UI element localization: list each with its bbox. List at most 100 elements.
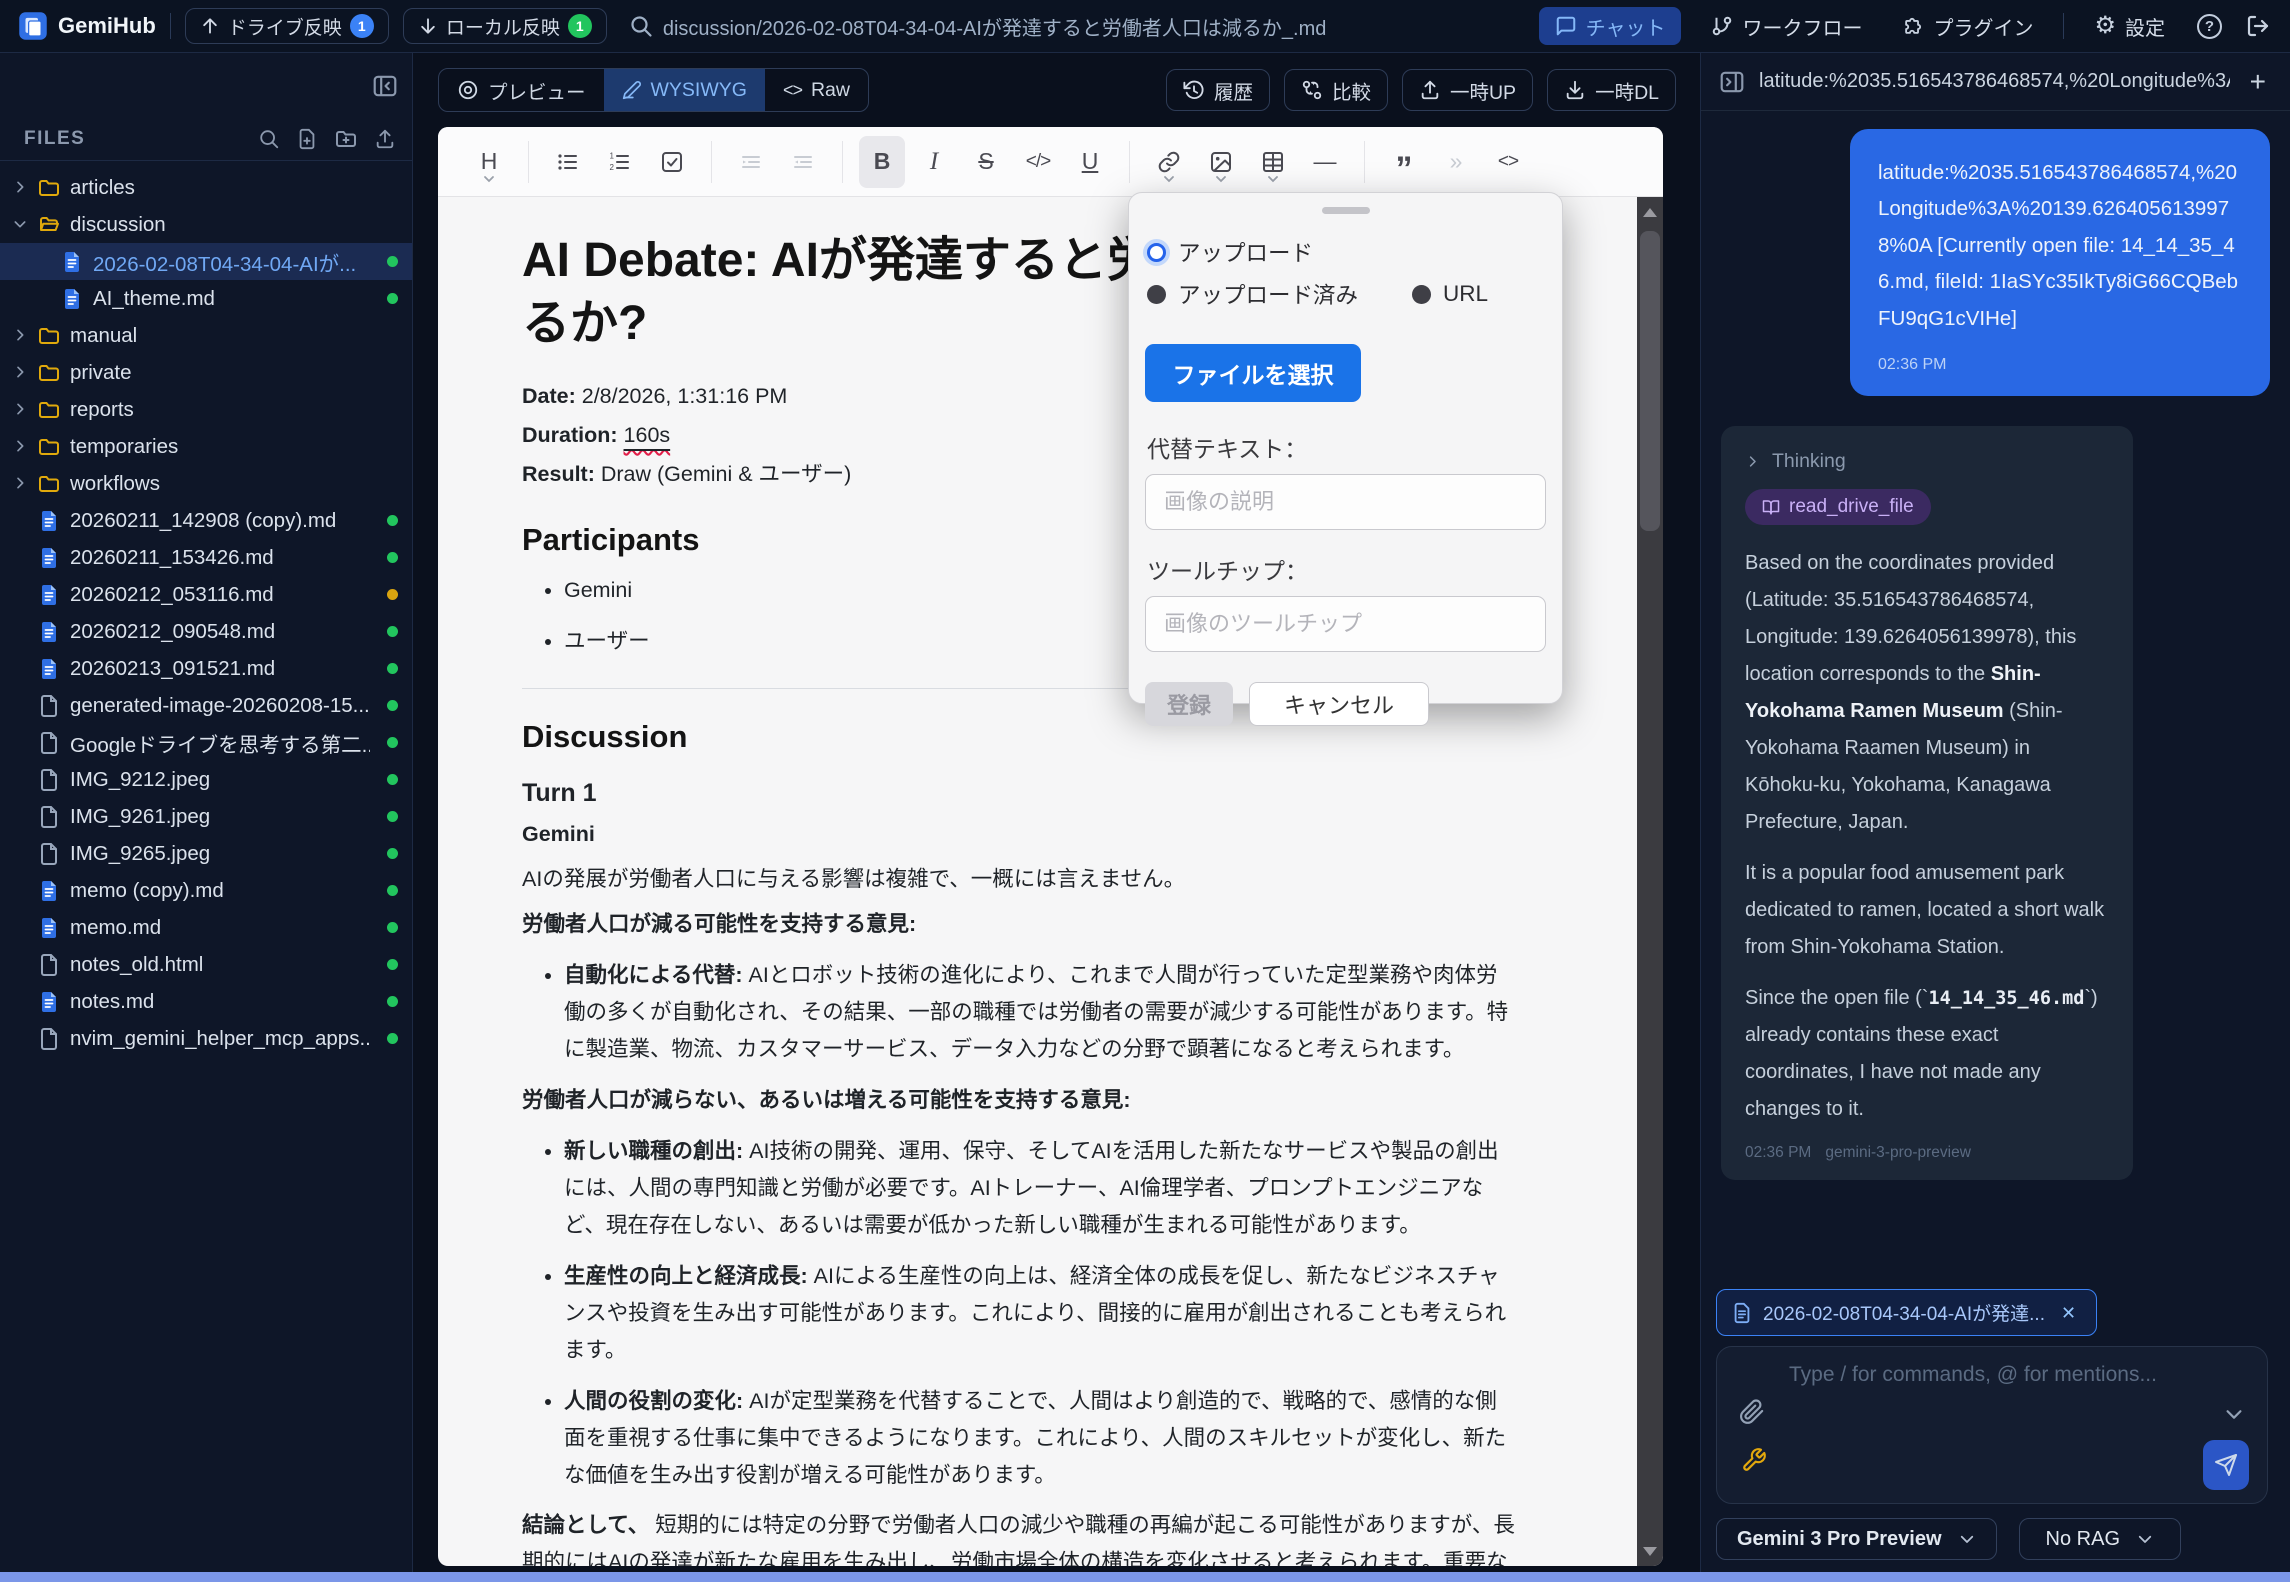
attach-paperclip-icon[interactable] [1739, 1399, 1765, 1425]
tree-folder-reports[interactable]: reports [0, 391, 412, 428]
chevron-right-icon [1745, 450, 1760, 473]
underline-button[interactable]: U [1067, 136, 1113, 188]
tree-file[interactable]: IMG_9261.jpeg [0, 798, 412, 835]
task-list-button[interactable] [649, 136, 695, 188]
table-button[interactable] [1250, 136, 1296, 188]
link-button[interactable] [1146, 136, 1192, 188]
heading-button[interactable]: H [466, 136, 512, 188]
collapse-panel-icon[interactable] [1719, 69, 1745, 95]
numbered-list-button[interactable]: 12 [597, 136, 643, 188]
upload-file-icon[interactable] [374, 128, 396, 150]
tab-plugin[interactable]: プラグイン [1892, 7, 2043, 45]
drive-sync-button[interactable]: ドライブ反映 1 [185, 8, 389, 44]
rag-selector[interactable]: No RAG [2019, 1518, 2181, 1560]
tree-file[interactable]: memo (copy).md [0, 872, 412, 909]
scrollbar-thumb[interactable] [1640, 231, 1660, 531]
code-block-button[interactable]: <> [1485, 136, 1531, 188]
tooltip-input[interactable] [1145, 596, 1546, 652]
tab-raw[interactable]: <> Raw [765, 69, 868, 111]
tree-folder-articles[interactable]: articles [0, 169, 412, 206]
settings-button[interactable]: ⚙ 設定 [2084, 7, 2175, 45]
file-search-bar[interactable]: discussion/2026-02-08T04-34-04-AIが発達すると労… [629, 12, 1525, 41]
sync-status-dot [387, 848, 398, 859]
file-label: 20260211_153426.md [70, 546, 274, 570]
tree-file[interactable]: 20260212_053116.md [0, 576, 412, 613]
alt-text-input[interactable] [1145, 474, 1546, 530]
model-selector[interactable]: Gemini 3 Pro Preview [1716, 1518, 1997, 1560]
tree-file[interactable]: AI_theme.md [0, 280, 412, 317]
file-label: 20260211_142908 (copy).md [70, 509, 336, 533]
tree-folder-temporaries[interactable]: temporaries [0, 428, 412, 465]
tab-preview[interactable]: プレビュー [439, 69, 604, 111]
new-file-icon[interactable] [296, 128, 318, 150]
logout-button[interactable] [2244, 12, 2272, 40]
radio-url[interactable]: URL [1412, 281, 1488, 307]
choose-file-button[interactable]: ファイルを選択 [1145, 344, 1361, 402]
search-icon [629, 14, 653, 38]
strikethrough-button[interactable]: S [963, 136, 1009, 188]
tree-file[interactable]: notes_old.html [0, 946, 412, 983]
tab-wysiwyg[interactable]: WYSIWYG [604, 69, 765, 111]
radio-uploaded[interactable]: アップロード済み [1147, 278, 1358, 310]
tree-file[interactable]: 20260211_142908 (copy).md [0, 502, 412, 539]
image-button[interactable] [1198, 136, 1244, 188]
tree-file[interactable]: IMG_9265.jpeg [0, 835, 412, 872]
send-button[interactable] [2203, 1440, 2249, 1490]
tree-file[interactable]: memo.md [0, 909, 412, 946]
tree-file[interactable]: 20260212_090548.md [0, 613, 412, 650]
inline-code-button[interactable]: </> [1015, 136, 1061, 188]
tree-file[interactable]: Googleドライブを思考する第二... [0, 724, 412, 761]
italic-button[interactable]: I [911, 136, 957, 188]
cancel-button[interactable]: キャンセル [1249, 682, 1429, 726]
sync-status-dot [387, 256, 398, 267]
tree-file[interactable]: nvim_gemini_helper_mcp_apps... [0, 1020, 412, 1057]
tree-file[interactable]: generated-image-20260208-15... [0, 687, 412, 724]
collapse-sidebar-icon[interactable] [372, 73, 398, 99]
help-button[interactable]: ? [2195, 12, 2224, 41]
attached-file-chip[interactable]: 2026-02-08T04-34-04-AIが発達... ✕ [1716, 1289, 2097, 1336]
tools-wrench-icon[interactable] [1741, 1447, 1767, 1473]
tool-call-badge[interactable]: read_drive_file [1745, 489, 1931, 525]
blockquote-button[interactable]: ” [1381, 136, 1427, 188]
tree-file-selected[interactable]: 2026-02-08T04-34-04-AIが... [0, 243, 412, 280]
gear-icon: ⚙ [2094, 14, 2116, 38]
temp-download-button[interactable]: 一時DL [1547, 69, 1676, 111]
search-files-icon[interactable] [258, 128, 280, 150]
history-button[interactable]: 履歴 [1166, 69, 1270, 111]
temp-upload-button[interactable]: 一時UP [1402, 69, 1533, 111]
tree-file[interactable]: notes.md [0, 983, 412, 1020]
tree-folder-workflows[interactable]: workflows [0, 465, 412, 502]
editor-scrollbar[interactable] [1637, 197, 1663, 1566]
chevron-down-icon [483, 162, 495, 189]
chat-input[interactable] [1787, 1361, 2207, 1431]
drag-handle[interactable] [1322, 207, 1370, 214]
outdent-button[interactable] [780, 136, 826, 188]
chevron-down-icon[interactable] [2223, 1403, 2245, 1425]
new-chat-button[interactable]: + [2244, 67, 2272, 97]
local-sync-button[interactable]: ローカル反映 1 [403, 8, 607, 44]
remove-attachment-icon[interactable]: ✕ [2055, 1303, 2082, 1323]
bullet-list-button[interactable] [545, 136, 591, 188]
tree-file[interactable]: 20260211_153426.md [0, 539, 412, 576]
tree-folder-private[interactable]: private [0, 354, 412, 391]
tree-file[interactable]: IMG_9212.jpeg [0, 761, 412, 798]
tab-workflow[interactable]: ワークフロー [1701, 7, 1872, 45]
folder-icon [37, 398, 61, 422]
tree-file[interactable]: 20260213_091521.md [0, 650, 412, 687]
compare-button[interactable]: 比較 [1284, 69, 1388, 111]
tree-folder-discussion[interactable]: discussion [0, 206, 412, 243]
horizontal-rule-button[interactable]: — [1302, 136, 1348, 188]
bold-button[interactable]: B [859, 136, 905, 188]
indent-button[interactable] [728, 136, 774, 188]
scroll-down-arrow[interactable] [1637, 1536, 1663, 1566]
new-folder-icon[interactable] [334, 127, 358, 151]
sync-status-dot [387, 1033, 398, 1044]
tab-chat[interactable]: チャット [1539, 7, 1682, 45]
radio-upload[interactable]: アップロード [1147, 236, 1313, 268]
tree-folder-manual[interactable]: manual [0, 317, 412, 354]
assistant-paragraph: Since the open file (`14_14_35_46.md`) a… [1745, 980, 2109, 1128]
submit-button[interactable]: 登録 [1145, 682, 1233, 726]
double-chevron-button[interactable]: » [1433, 136, 1479, 188]
scroll-up-arrow[interactable] [1637, 197, 1663, 227]
thinking-toggle[interactable]: Thinking [1745, 450, 2109, 473]
